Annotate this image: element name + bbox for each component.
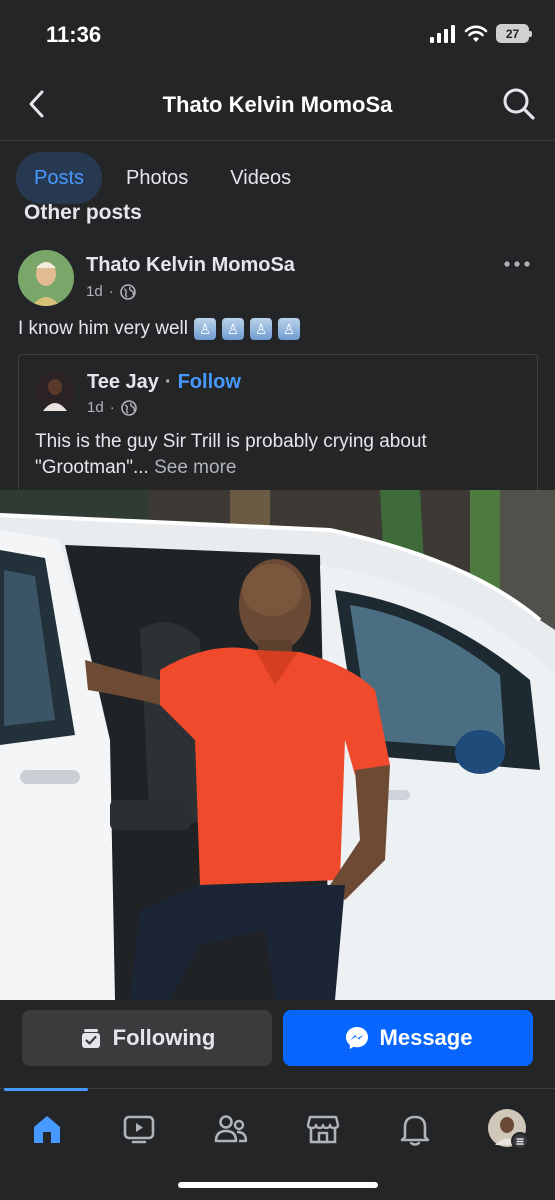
globe-icon bbox=[119, 283, 136, 300]
tab-videos[interactable]: Videos bbox=[212, 152, 309, 204]
message-label: Message bbox=[379, 1025, 473, 1050]
post-meta: 1d · bbox=[86, 283, 136, 300]
standing-person-emoji: ♙ bbox=[250, 318, 272, 340]
more-dots-icon bbox=[504, 261, 530, 267]
meta-separator: · bbox=[109, 399, 115, 416]
tab-posts[interactable]: Posts bbox=[16, 152, 103, 204]
shared-post-meta: 1d · bbox=[87, 399, 137, 416]
section-title-text: Other posts bbox=[24, 204, 142, 224]
follow-link[interactable]: Follow bbox=[178, 371, 241, 394]
post-author-name[interactable]: Thato Kelvin MomoSa bbox=[86, 254, 295, 277]
post-text-content: I know him very well bbox=[18, 318, 188, 339]
battery-icon: 27 bbox=[496, 24, 532, 43]
tab-photos[interactable]: Photos bbox=[108, 152, 206, 204]
page-title: Thato Kelvin MomoSa bbox=[162, 92, 393, 117]
following-check-icon bbox=[81, 1029, 100, 1048]
shared-author-avatar[interactable] bbox=[35, 371, 75, 411]
nav-notifications[interactable] bbox=[393, 1107, 437, 1151]
home-icon bbox=[34, 1116, 60, 1143]
message-button[interactable]: Message bbox=[283, 1010, 533, 1066]
profile-action-row: Following Message bbox=[0, 1000, 555, 1088]
avatar-image bbox=[35, 371, 75, 411]
shared-post-text: This is the guy Sir Trill is probably cr… bbox=[35, 429, 525, 481]
video-icon bbox=[123, 1115, 155, 1144]
nav-active-indicator bbox=[4, 1088, 88, 1091]
avatar-image bbox=[18, 250, 74, 306]
meta-separator: · bbox=[108, 283, 114, 300]
photo-image bbox=[0, 490, 555, 1000]
search-button[interactable] bbox=[499, 84, 539, 124]
status-time: 11:36 bbox=[46, 22, 102, 47]
tab-bar: Posts Photos Videos bbox=[16, 152, 309, 204]
shared-post-time: 1d bbox=[87, 399, 104, 416]
post-author-avatar[interactable] bbox=[18, 250, 74, 306]
header-divider bbox=[0, 140, 555, 141]
post-more-button[interactable] bbox=[499, 252, 535, 276]
globe-icon bbox=[120, 399, 137, 416]
nav-profile-menu[interactable] bbox=[486, 1107, 530, 1151]
standing-person-emoji: ♙ bbox=[278, 318, 300, 340]
status-bar: 11:36 27 bbox=[0, 0, 555, 70]
shared-author-line: Tee Jay · Follow bbox=[87, 371, 241, 394]
search-icon bbox=[503, 88, 535, 120]
messenger-icon bbox=[345, 1027, 368, 1049]
signal-icon bbox=[430, 24, 455, 43]
marketplace-icon bbox=[306, 1115, 340, 1144]
wifi-icon bbox=[464, 25, 488, 42]
nav-friends[interactable] bbox=[209, 1107, 253, 1151]
section-title: Other posts bbox=[24, 204, 142, 226]
standing-person-emoji: ♙ bbox=[222, 318, 244, 340]
standing-person-emoji: ♙ bbox=[194, 318, 216, 340]
nav-home[interactable] bbox=[25, 1107, 69, 1151]
nav-marketplace[interactable] bbox=[301, 1107, 345, 1151]
post-photo[interactable] bbox=[0, 490, 555, 1000]
nav-video[interactable] bbox=[117, 1107, 161, 1151]
battery-level: 27 bbox=[505, 26, 520, 41]
see-more-link[interactable]: See more bbox=[154, 457, 236, 478]
header: Thato Kelvin MomoSa bbox=[0, 70, 555, 140]
following-button[interactable]: Following bbox=[22, 1010, 272, 1066]
shared-author-name[interactable]: Tee Jay bbox=[87, 371, 159, 394]
status-icons: 27 bbox=[430, 24, 532, 43]
home-indicator bbox=[178, 1182, 378, 1188]
bell-icon bbox=[400, 1115, 430, 1146]
post-text: I know him very well ♙ ♙ ♙ ♙ bbox=[18, 318, 300, 340]
following-label: Following bbox=[112, 1025, 216, 1050]
shared-author-separator: · bbox=[164, 371, 172, 393]
friends-icon bbox=[214, 1115, 248, 1143]
post-time: 1d bbox=[86, 283, 103, 300]
profile-avatar-icon bbox=[488, 1109, 529, 1150]
